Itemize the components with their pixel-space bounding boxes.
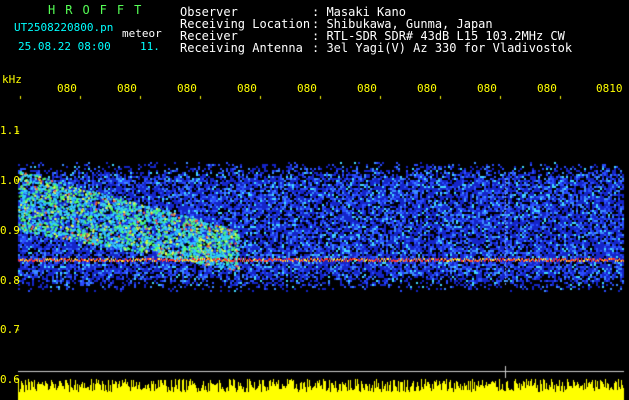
y-tick: 0.7 (0, 323, 20, 336)
date-time: 25.08.22 08:00 (18, 40, 111, 53)
y-tick: 1.0 (0, 174, 20, 187)
y-tick: 0.9 (0, 224, 20, 237)
x-tick: 080 (237, 82, 257, 95)
y-tick: 0.8 (0, 274, 20, 287)
x-tick: 080 (477, 82, 497, 95)
x-tick: 080 (57, 82, 77, 95)
antenna-label: Receiving Antenna (180, 41, 303, 55)
x-tick: 080 (117, 82, 137, 95)
file-name: UT2508220800.pn (14, 21, 114, 34)
x-tick: 080 (177, 82, 197, 95)
detection-type: meteor (122, 27, 162, 40)
y-tick: 1.1 (0, 124, 20, 137)
antenna-value: : 3el Yagi(V) Az 330 for Vladivostok (312, 41, 573, 55)
spectrogram-display (0, 0, 629, 400)
event-count: 11. (140, 40, 160, 53)
y-axis-unit: kHz (2, 73, 22, 86)
x-tick: 080 (297, 82, 317, 95)
app-title: HROFFT (48, 3, 152, 17)
x-tick: 080 (357, 82, 377, 95)
x-tick: 080 (537, 82, 557, 95)
x-tick: 0810 (596, 82, 623, 95)
x-tick: 080 (417, 82, 437, 95)
y-tick: 0.6 (0, 373, 20, 386)
